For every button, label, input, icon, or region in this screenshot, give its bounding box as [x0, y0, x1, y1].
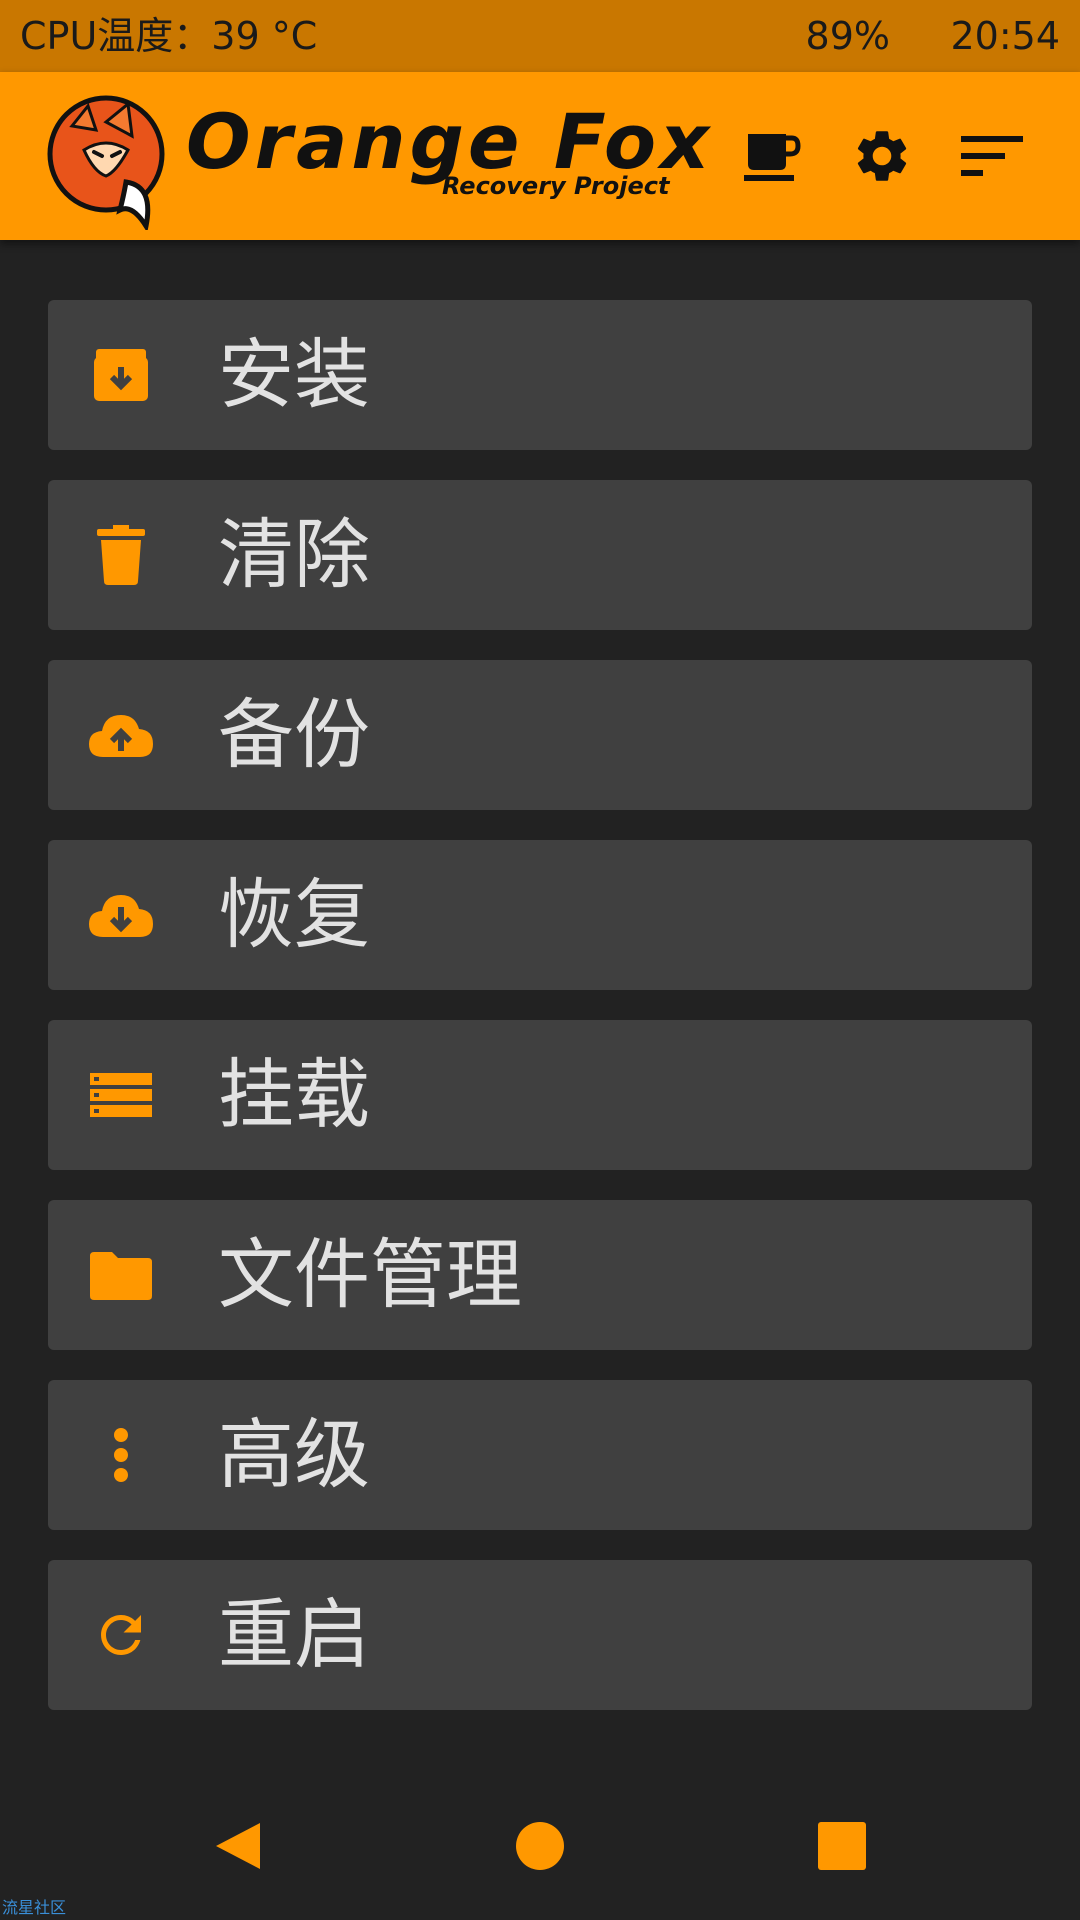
battery-level: 89%	[805, 14, 890, 58]
menu-item-advanced[interactable]: 高级	[48, 1380, 1032, 1530]
cpu-temperature: CPU温度：39 °C	[20, 14, 318, 58]
cloud-upload-icon	[88, 705, 154, 765]
menu-item-label: 安装	[218, 330, 370, 419]
sort-menu-icon	[961, 136, 1023, 176]
status-bar: CPU温度：39 °C 89% 20:54	[0, 0, 1080, 72]
menu-item-file-manager[interactable]: 文件管理	[48, 1200, 1032, 1350]
home-button[interactable]	[492, 1798, 588, 1894]
menu-item-label: 清除	[218, 510, 370, 599]
menu-item-label: 恢复	[218, 870, 370, 959]
more-vertical-icon	[88, 1425, 154, 1485]
menu-item-wipe[interactable]: 清除	[48, 480, 1032, 630]
app-header: Orange Fox Recovery Project	[0, 72, 1080, 240]
recents-icon	[818, 1822, 866, 1870]
recents-button[interactable]	[794, 1798, 890, 1894]
menu-item-label: 挂载	[218, 1050, 370, 1139]
archive-download-icon	[88, 345, 154, 405]
clock: 20:54	[950, 14, 1060, 58]
navigation-bar	[0, 1790, 1080, 1900]
menu-item-label: 重启	[218, 1590, 370, 1679]
fox-logo-icon	[36, 86, 186, 233]
menu-item-label: 文件管理	[218, 1230, 522, 1319]
menu-item-restore[interactable]: 恢复	[48, 840, 1032, 990]
trash-icon	[88, 525, 154, 585]
coffee-icon	[744, 134, 801, 181]
back-button[interactable]	[190, 1798, 286, 1894]
donate-button[interactable]	[724, 108, 820, 204]
back-icon	[216, 1823, 260, 1869]
settings-button[interactable]	[834, 108, 930, 204]
folder-icon	[88, 1245, 154, 1305]
brand-logo: Orange Fox Recovery Project	[186, 100, 709, 220]
gear-icon	[857, 131, 907, 181]
storage-icon	[88, 1065, 154, 1125]
home-icon	[516, 1822, 564, 1870]
menu-item-mount[interactable]: 挂载	[48, 1020, 1032, 1170]
menu-item-label: 高级	[218, 1410, 370, 1499]
menu-item-reboot[interactable]: 重启	[48, 1560, 1032, 1710]
menu-item-install[interactable]: 安装	[48, 300, 1032, 450]
watermark-text: 流星社区	[2, 1898, 67, 1917]
refresh-icon	[88, 1605, 154, 1665]
menu-item-backup[interactable]: 备份	[48, 660, 1032, 810]
brand-subtitle: Recovery Project	[442, 172, 670, 200]
cloud-download-icon	[88, 885, 154, 945]
menu-item-label: 备份	[218, 690, 370, 779]
sort-menu-button[interactable]	[944, 108, 1040, 204]
